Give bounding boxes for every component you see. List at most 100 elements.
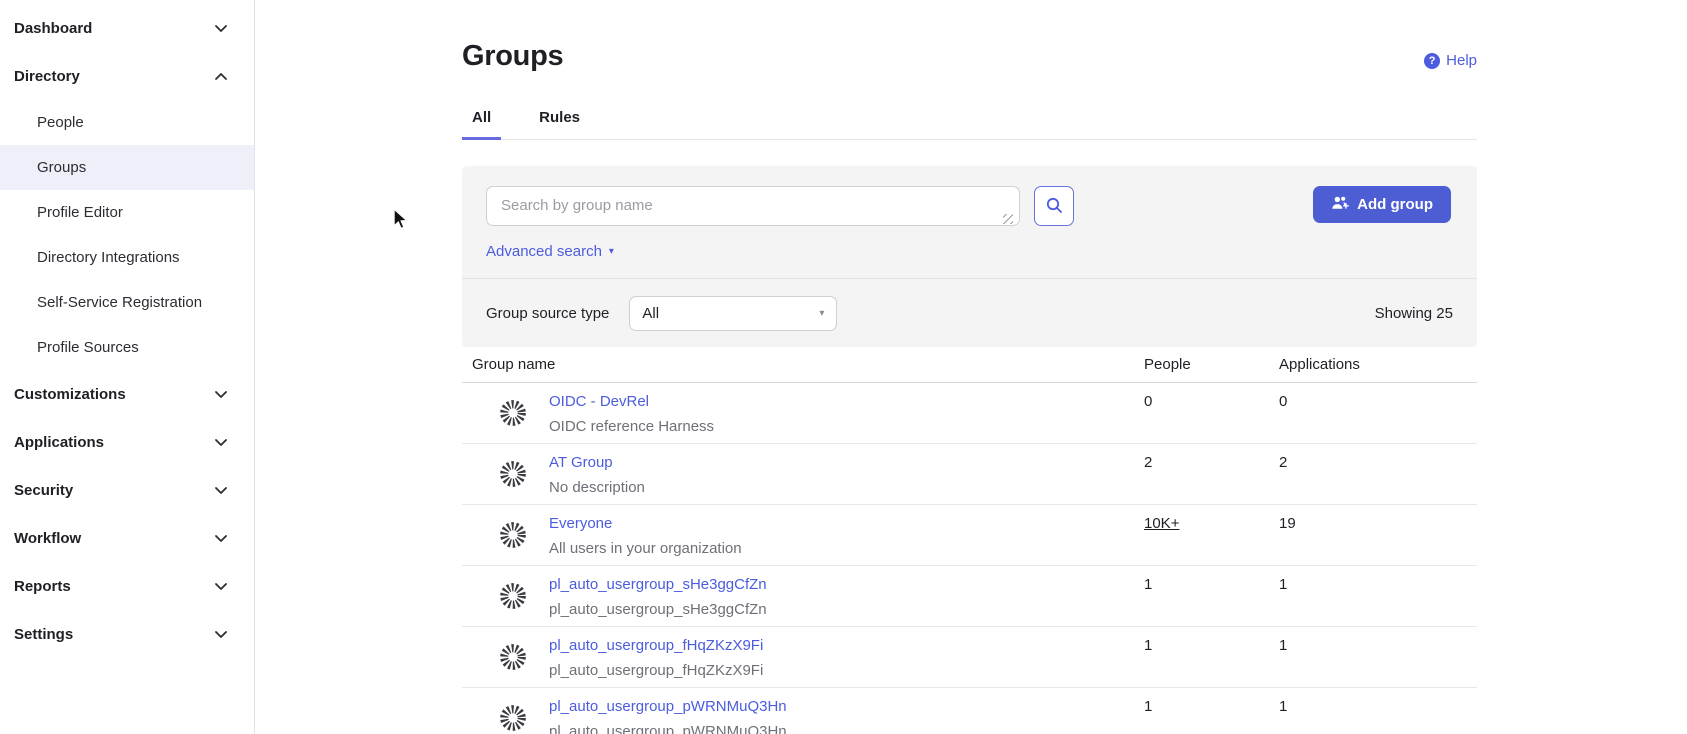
group-name-link[interactable]: AT Group xyxy=(549,454,613,471)
applications-count: 1 xyxy=(1279,688,1477,715)
sidebar: Dashboard Directory People Groups Profil… xyxy=(0,0,255,734)
group-icon xyxy=(499,521,527,549)
chevron-down-icon xyxy=(214,485,228,495)
source-type-label: Group source type xyxy=(486,305,609,322)
sidebar-item-label: Customizations xyxy=(14,386,126,403)
group-name-link[interactable]: Everyone xyxy=(549,515,612,532)
panel-divider xyxy=(462,278,1477,279)
group-icon xyxy=(499,399,527,427)
sidebar-item-label: Self-Service Registration xyxy=(37,294,202,311)
sidebar-item-label: Dashboard xyxy=(14,20,92,37)
group-icon xyxy=(499,643,527,671)
active-tab-underline xyxy=(462,137,501,140)
main-content: Groups ? Help All Rules xyxy=(255,0,1687,734)
sidebar-item-label: People xyxy=(37,114,84,131)
caret-down-icon: ▾ xyxy=(609,246,614,257)
applications-count: 0 xyxy=(1279,383,1477,410)
sidebar-item-profile-editor[interactable]: Profile Editor xyxy=(0,190,254,235)
sidebar-item-label: Applications xyxy=(14,434,104,451)
sidebar-item-label: Settings xyxy=(14,626,73,643)
group-icon xyxy=(499,582,527,610)
chevron-down-icon xyxy=(214,629,228,639)
group-name-link[interactable]: OIDC - DevRel xyxy=(549,393,649,410)
sidebar-item-directory[interactable]: Directory xyxy=(0,52,254,100)
chevron-down-icon xyxy=(214,437,228,447)
filter-panel: Add group Advanced search ▾ Group source… xyxy=(462,166,1477,347)
help-icon: ? xyxy=(1424,53,1440,69)
table-row: OIDC - DevRel OIDC reference Harness 0 0 xyxy=(462,383,1477,444)
table-row: pl_auto_usergroup_fHqZKzX9Fi pl_auto_use… xyxy=(462,627,1477,688)
page-title: Groups xyxy=(462,0,1477,73)
table-row: Everyone All users in your organization … xyxy=(462,505,1477,566)
showing-count: Showing 25 xyxy=(1375,305,1453,322)
group-name-link[interactable]: pl_auto_usergroup_pWRNMuQ3Hn xyxy=(549,698,787,715)
add-group-label: Add group xyxy=(1357,196,1433,213)
group-name-link[interactable]: pl_auto_usergroup_sHe3ggCfZn xyxy=(549,576,767,593)
search-input[interactable] xyxy=(486,186,1020,226)
people-count: 1 xyxy=(1144,627,1279,654)
group-description: OIDC reference Harness xyxy=(549,418,714,435)
sidebar-item-label: Security xyxy=(14,482,73,499)
table-row: pl_auto_usergroup_sHe3ggCfZn pl_auto_use… xyxy=(462,566,1477,627)
sidebar-item-reports[interactable]: Reports xyxy=(0,562,254,610)
table-row: AT Group No description 2 2 xyxy=(462,444,1477,505)
add-group-button[interactable]: Add group xyxy=(1313,186,1451,223)
search-icon xyxy=(1045,196,1063,217)
advanced-search-link[interactable]: Advanced search ▾ xyxy=(486,243,614,260)
add-group-icon xyxy=(1331,195,1349,215)
chevron-down-icon xyxy=(214,23,228,33)
people-count: 0 xyxy=(1144,383,1279,410)
tab-all[interactable]: All xyxy=(462,109,501,139)
sidebar-item-security[interactable]: Security xyxy=(0,466,254,514)
sidebar-item-applications[interactable]: Applications xyxy=(0,418,254,466)
sidebar-item-label: Profile Sources xyxy=(37,339,139,356)
search-button[interactable] xyxy=(1034,186,1074,226)
table-row: pl_auto_usergroup_pWRNMuQ3Hn pl_auto_use… xyxy=(462,688,1477,734)
caret-down-icon: ▾ xyxy=(819,308,824,319)
chevron-up-icon xyxy=(214,71,228,81)
sidebar-item-people[interactable]: People xyxy=(0,100,254,145)
tab-label: Rules xyxy=(539,109,580,126)
resize-handle-icon[interactable] xyxy=(1003,214,1013,224)
applications-count: 19 xyxy=(1279,505,1477,532)
help-link[interactable]: ? Help xyxy=(1424,52,1477,69)
people-count-link[interactable]: 10K+ xyxy=(1144,505,1279,532)
sidebar-item-self-service-registration[interactable]: Self-Service Registration xyxy=(0,280,254,325)
chevron-down-icon xyxy=(214,533,228,543)
sidebar-item-label: Profile Editor xyxy=(37,204,123,221)
applications-count: 1 xyxy=(1279,627,1477,654)
tab-bar: All Rules xyxy=(462,109,1477,140)
tab-label: All xyxy=(472,109,491,126)
group-icon xyxy=(499,460,527,488)
chevron-down-icon xyxy=(214,581,228,591)
app-window: Dashboard Directory People Groups Profil… xyxy=(0,0,1687,734)
people-count: 2 xyxy=(1144,444,1279,471)
sidebar-item-groups[interactable]: Groups xyxy=(0,145,254,190)
column-header-people: People xyxy=(1144,347,1279,382)
sidebar-item-dashboard[interactable]: Dashboard xyxy=(0,4,254,52)
applications-count: 1 xyxy=(1279,566,1477,593)
sidebar-item-label: Directory xyxy=(14,68,80,85)
group-description: All users in your organization xyxy=(549,540,742,557)
advanced-search-label: Advanced search xyxy=(486,243,602,260)
group-description: pl_auto_usergroup_fHqZKzX9Fi xyxy=(549,662,763,679)
column-header-group-name: Group name xyxy=(462,347,1144,382)
table-header: Group name People Applications xyxy=(462,347,1477,383)
sidebar-item-label: Groups xyxy=(37,159,86,176)
people-count: 1 xyxy=(1144,566,1279,593)
sidebar-item-profile-sources[interactable]: Profile Sources xyxy=(0,325,254,370)
sidebar-item-workflow[interactable]: Workflow xyxy=(0,514,254,562)
sidebar-item-label: Directory Integrations xyxy=(37,249,180,266)
group-description: No description xyxy=(549,479,645,496)
sidebar-item-settings[interactable]: Settings xyxy=(0,610,254,658)
sidebar-item-directory-integrations[interactable]: Directory Integrations xyxy=(0,235,254,280)
applications-count: 2 xyxy=(1279,444,1477,471)
sidebar-item-customizations[interactable]: Customizations xyxy=(0,370,254,418)
source-type-select[interactable]: All ▾ xyxy=(629,296,837,331)
tab-rules[interactable]: Rules xyxy=(529,109,590,139)
group-description: pl_auto_usergroup_sHe3ggCfZn xyxy=(549,601,767,618)
group-name-link[interactable]: pl_auto_usergroup_fHqZKzX9Fi xyxy=(549,637,763,654)
group-icon xyxy=(499,704,527,732)
chevron-down-icon xyxy=(214,389,228,399)
people-count: 1 xyxy=(1144,688,1279,715)
